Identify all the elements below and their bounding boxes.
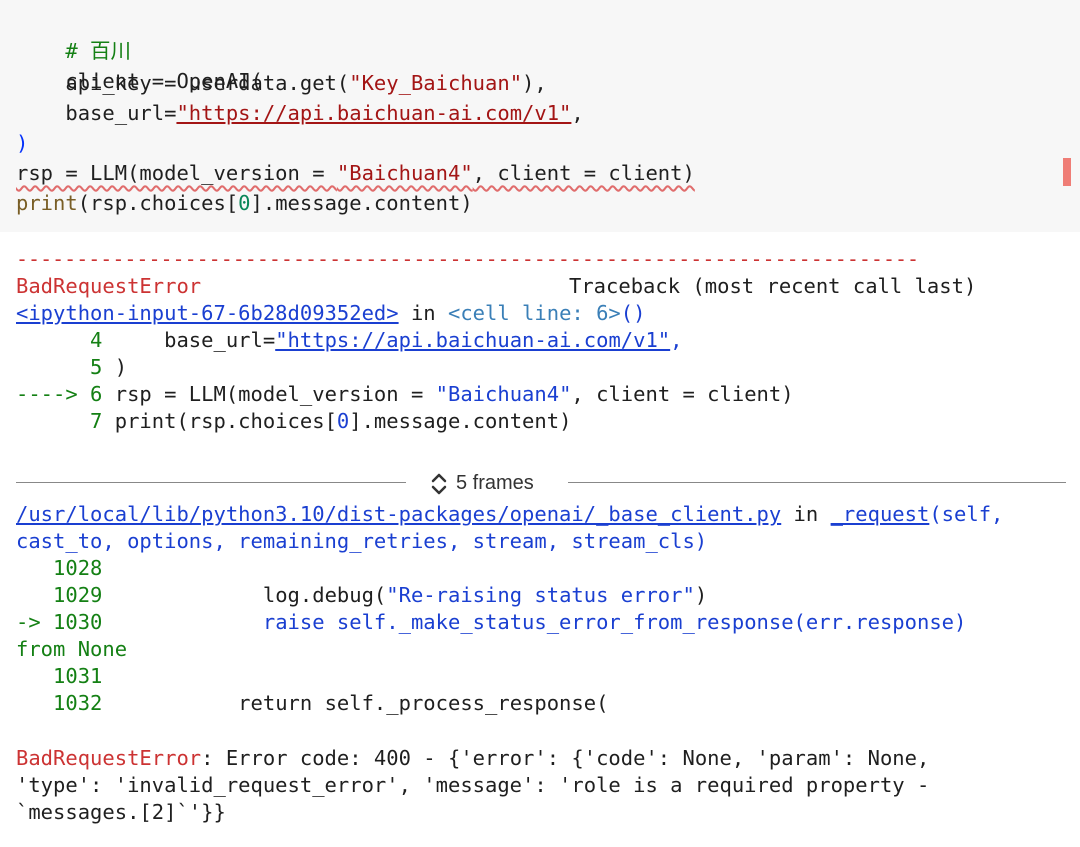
code-line-3: api_key = userdata.get("Key_Baichuan"), [16,69,547,97]
frame-line-1031: 1031 [16,662,102,690]
code-text: base_url= [102,328,276,352]
code-number: 0 [336,409,350,433]
error-marker [1063,158,1071,186]
code-line-5: ) [16,129,28,157]
line-number: 1032 [16,691,103,715]
in-word: in [398,301,448,325]
code-string: "Baichuan4" [435,382,572,406]
function-args: (self, [929,502,1004,526]
code-line-4: base_url="https://api.baichuan-ai.com/v1… [16,99,584,127]
traceback-divider: ----------------------------------------… [16,247,920,271]
traceback-header: Traceback (most recent call last) [569,274,977,298]
code-text: print(rsp.choices[ [102,409,337,433]
line-number: 1028 [16,556,103,580]
frame-line-1032: 1032 return self._process_response( [16,689,608,717]
final-error-message: 'type': 'invalid_request_error', 'messag… [16,773,930,797]
code-text: ) [102,355,128,379]
line-number: 1029 [16,583,103,607]
final-error-line-2: 'type': 'invalid_request_error', 'messag… [16,771,929,799]
frame-location-line: /usr/local/lib/python3.10/dist-packages/… [16,500,1003,528]
cell-paren: () [620,301,646,325]
frames-toggle[interactable]: 5 frames [430,469,534,497]
code-text: ].message.content) [250,191,473,215]
expand-collapse-icon [430,469,448,497]
function-name: _request [830,502,930,526]
frame-line-1030-cont: from None [16,635,127,663]
frames-rule-right [568,482,1066,483]
code-string: "Re-raising status error" [386,583,695,607]
code-text: ) [694,583,708,607]
error-arrow: ----> 6 [16,382,103,406]
code-text: from None [16,637,128,661]
code-cell[interactable]: # 百川 client = OpenAI( api_key = userdata… [0,0,1080,232]
code-builtin: print [16,191,78,215]
traceback-location-line: <ipython-input-67-6b28d09352ed> in <cell… [16,299,645,327]
frames-label: 5 frames [456,471,534,494]
code-text: , client = client) [571,382,794,406]
code-text: raise self._make_status_error_from_respo… [102,610,967,634]
line-number: 7 [16,409,103,433]
traceback-line-4: 4 base_url="https://api.baichuan-ai.com/… [16,326,683,354]
frame-line-1028: 1028 [16,554,102,582]
function-args: cast_to, options, remaining_retries, str… [16,529,708,553]
code-string: "Baichuan4" [336,161,473,185]
code-text: log.debug( [102,583,387,607]
code-text: , [670,328,683,352]
final-error-message: : Error code: 400 - {'error': {'code': N… [201,746,930,770]
code-text: rsp = LLM(model_version = [102,382,436,406]
error-arrow: -> 1030 [16,610,103,634]
code-text: api_key = userdata.get( [16,71,350,95]
ipython-input-link[interactable]: <ipython-input-67-6b28d09352ed> [16,301,399,325]
code-line-7: print(rsp.choices[0].message.content) [16,189,473,217]
code-url-string: "https://api.baichuan-ai.com/v1" [176,101,572,125]
code-text: base_url= [16,101,177,125]
line-number: 4 [16,328,103,352]
line-number: 5 [16,355,103,379]
code-text: (rsp.choices[ [77,191,239,215]
error-name: BadRequestError [16,274,202,298]
traceback-line-7: 7 print(rsp.choices[0].message.content) [16,407,571,435]
final-error-line-1: BadRequestError: Error code: 400 - {'err… [16,744,929,772]
final-error-message: `messages.[2]`'}} [16,800,226,824]
frame-args-line: cast_to, options, remaining_retries, str… [16,527,707,555]
code-text: ), [522,71,547,95]
code-line-6: rsp = LLM(model_version = "Baichuan4", c… [16,159,695,187]
code-text: , client = client) [472,161,695,185]
code-text: , [571,101,584,125]
code-text: return self._process_response( [102,691,609,715]
traceback-line-6: ----> 6 rsp = LLM(model_version = "Baich… [16,380,794,408]
code-string: "Key_Baichuan" [349,71,523,95]
cell-line-ref: <cell line: 6> [447,301,621,325]
in-word: in [781,502,831,526]
final-error-name: BadRequestError [16,746,202,770]
file-path-link[interactable]: /usr/local/lib/python3.10/dist-packages/… [16,502,781,526]
traceback-header-line: BadRequestError Traceback (most recent ca… [16,272,976,300]
code-number: 0 [238,191,251,215]
final-error-line-3: `messages.[2]`'}} [16,798,226,826]
code-text: rsp = LLM(model_version = [16,161,337,185]
line-number: 1031 [16,664,103,688]
frames-rule-left [16,482,406,483]
frame-line-1029: 1029 log.debug("Re-raising status error"… [16,581,707,609]
url-link[interactable]: "https://api.baichuan-ai.com/v1" [275,328,670,352]
code-text: ].message.content) [349,409,572,433]
traceback-line-5: 5 ) [16,353,127,381]
frame-line-1030: -> 1030 raise self._make_status_error_fr… [16,608,966,636]
code-text: ) [16,131,29,155]
